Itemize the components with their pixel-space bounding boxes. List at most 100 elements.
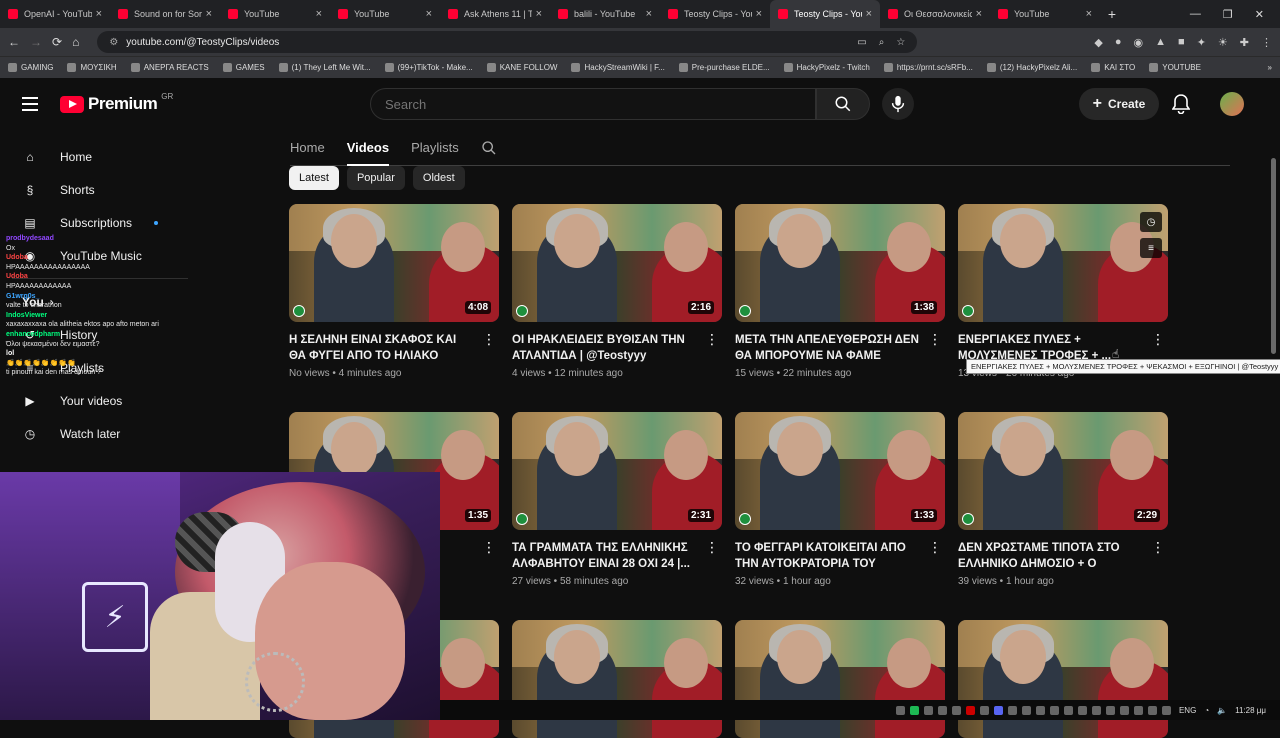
tray-icon[interactable] [1091, 705, 1101, 715]
watch-later-icon[interactable]: ◷ [1140, 212, 1162, 232]
bookmark-item[interactable]: GAMING [8, 63, 53, 72]
sidebar-item-watch-later[interactable]: ◷ Watch later [0, 417, 200, 450]
forward-icon[interactable]: → [30, 35, 42, 49]
extension-icon[interactable]: ● [1115, 36, 1122, 49]
bookmark-item[interactable]: YOUTUBE [1149, 63, 1201, 72]
video-card[interactable]: 4:08 Η ΣΕΛΗΝΗ ΕΙΝΑΙ ΣΚΑΦΟΣ ΚΑΙ ΘΑ ΦΥΓΕΙ Α… [289, 204, 499, 379]
voice-search-button[interactable] [882, 88, 914, 120]
sidebar-item-your-videos[interactable]: ▶ Your videos [0, 384, 200, 417]
video-thumbnail[interactable]: ◷ ≡ [958, 204, 1168, 322]
video-thumbnail[interactable]: 2:16 [512, 204, 722, 322]
video-card[interactable] [958, 620, 1168, 738]
browser-tab[interactable]: Sound on for Sor × [110, 0, 220, 28]
add-to-queue-icon[interactable]: ≡ [1140, 238, 1162, 258]
video-title[interactable]: ΟΙ ΗΡΑΚΛΕΙΔΕΙΣ ΒΥΘΙΣΑΝ ΤΗΝ ΑΤΛΑΝΤΙΔΑ | @… [512, 332, 696, 364]
more-actions-icon[interactable]: ⋮ [704, 332, 720, 346]
more-actions-icon[interactable]: ⋮ [927, 332, 943, 346]
tray-icon[interactable] [895, 705, 905, 715]
bookmark-item[interactable]: (12) HackyPixelz Ali... [986, 63, 1077, 72]
tab-close-icon[interactable]: × [96, 8, 102, 20]
tab-close-icon[interactable]: × [536, 8, 542, 20]
extension-icon[interactable]: ◆ [1094, 36, 1102, 49]
bookmark-item[interactable]: (1) They Left Me Wit... [278, 63, 371, 72]
tray-icon[interactable] [993, 705, 1003, 715]
video-card[interactable]: 2:31 ΤΑ ΓΡΑΜΜΑΤΑ ΤΗΣ ΕΛΛΗΝΙΚΗΣ ΑΛΦΑΒΗΤΟΥ … [512, 412, 722, 587]
bookmark-item[interactable]: ΚΑΙ ΣΤΟ [1091, 63, 1135, 72]
extension-icon[interactable]: ■ [1178, 36, 1185, 49]
tray-icon[interactable] [1119, 705, 1129, 715]
youtube-logo[interactable]: Premium GR [60, 92, 173, 114]
bookmark-item[interactable]: GAMES [222, 63, 265, 72]
video-thumbnail[interactable] [512, 620, 722, 738]
video-card[interactable]: 2:16 ΟΙ ΗΡΑΚΛΕΙΔΕΙΣ ΒΥΘΙΣΑΝ ΤΗΝ ΑΤΛΑΝΤΙΔΑ… [512, 204, 722, 379]
extension-icon[interactable]: ▲ [1155, 36, 1166, 49]
home-browser-icon[interactable]: ⌂ [72, 35, 79, 49]
bookmark-item[interactable]: ΜΟΥΣΙΚΗ [67, 63, 117, 72]
tab-close-icon[interactable]: × [866, 8, 872, 20]
video-thumbnail[interactable]: 1:38 [735, 204, 945, 322]
tray-icon[interactable] [1063, 705, 1073, 715]
bookmark-item[interactable]: ΑΝΕΡΓΑ REACTS [130, 63, 209, 72]
video-thumbnail[interactable] [735, 620, 945, 738]
more-actions-icon[interactable]: ⋮ [481, 540, 497, 554]
video-thumbnail[interactable] [958, 620, 1168, 738]
extension-icon[interactable]: ✦ [1197, 36, 1206, 49]
browser-tab[interactable]: Ask Athens 11 | Te × [440, 0, 550, 28]
tray-icon[interactable] [1105, 705, 1115, 715]
site-info-icon[interactable]: ⚙ [109, 37, 118, 48]
zoom-icon[interactable]: ⌕ [879, 37, 885, 48]
search-button[interactable] [816, 88, 870, 120]
account-avatar[interactable] [1220, 92, 1244, 116]
tab-close-icon[interactable]: × [426, 8, 432, 20]
tab-close-icon[interactable]: × [646, 8, 652, 20]
tab-close-icon[interactable]: × [316, 8, 322, 20]
puzzle-icon[interactable]: ✚ [1240, 36, 1249, 49]
chip-popular[interactable]: Popular [346, 166, 405, 190]
video-thumbnail[interactable]: 2:31 [512, 412, 722, 530]
tray-icon[interactable] [1161, 705, 1171, 715]
more-actions-icon[interactable]: ⋮ [1150, 540, 1166, 554]
install-icon[interactable]: ▭ [857, 37, 866, 48]
extension-icon[interactable]: ◉ [1134, 36, 1144, 49]
video-title[interactable]: Η ΣΕΛΗΝΗ ΕΙΝΑΙ ΣΚΑΦΟΣ ΚΑΙ ΘΑ ΦΥΓΕΙ ΑΠΟ Τ… [289, 332, 473, 364]
tray-icon[interactable] [1077, 705, 1087, 715]
page-scrollbar[interactable] [1271, 158, 1276, 354]
video-title[interactable]: ΤΑ ΓΡΑΜΜΑΤΑ ΤΗΣ ΕΛΛΗΝΙΚΗΣ ΑΛΦΑΒΗΤΟΥ ΕΙΝΑ… [512, 540, 696, 572]
browser-tab[interactable]: YouTube × [220, 0, 330, 28]
bookmark-item[interactable]: HackyPixelz - Twitch [783, 63, 870, 72]
tray-icon[interactable] [1021, 705, 1031, 715]
sidebar-item-home[interactable]: ⌂ Home [0, 140, 200, 173]
video-card[interactable] [512, 620, 722, 738]
tray-icon[interactable] [965, 705, 975, 715]
more-actions-icon[interactable]: ⋮ [481, 332, 497, 346]
search-input[interactable] [370, 88, 816, 120]
more-actions-icon[interactable]: ⋮ [927, 540, 943, 554]
create-button[interactable]: + Create [1079, 88, 1159, 120]
video-title[interactable]: ΤΟ ΦΕΓΓΑΡΙ ΚΑΤΟΙΚΕΙΤΑΙ ΑΠΟ ΤΗΝ ΑΥΤΟΚΡΑΤΟ… [735, 540, 919, 572]
menu-dots-icon[interactable]: ⋮ [1261, 36, 1272, 49]
bookmark-item[interactable]: HackyStreamWiki | F... [571, 63, 665, 72]
browser-tab[interactable]: Teosty Clips - You × [770, 0, 880, 28]
video-card[interactable]: 1:38 ΜΕΤΑ ΤΗΝ ΑΠΕΛΕΥΘΕΡΩΣΗ ΔΕΝ ΘΑ ΜΠΟΡΟΥΜ… [735, 204, 945, 379]
bookmarks-overflow-icon[interactable]: » [1268, 63, 1272, 72]
browser-tab[interactable]: Οι Θεσσαλονικείς × [880, 0, 990, 28]
tray-icon[interactable] [1035, 705, 1045, 715]
tray-icon[interactable] [1049, 705, 1059, 715]
back-icon[interactable]: ← [8, 35, 20, 49]
video-thumbnail[interactable]: 1:33 [735, 412, 945, 530]
bookmark-item[interactable]: KANE FOLLOW [486, 63, 557, 72]
video-card[interactable]: 1:33 ΤΟ ΦΕΓΓΑΡΙ ΚΑΤΟΙΚΕΙΤΑΙ ΑΠΟ ΤΗΝ ΑΥΤΟΚ… [735, 412, 945, 587]
bookmark-item[interactable]: Pre-purchase ELDE... [678, 63, 770, 72]
chip-latest[interactable]: Latest [289, 166, 339, 190]
tray-icon[interactable] [1133, 705, 1143, 715]
channel-search-icon[interactable] [481, 140, 497, 156]
tab-playlists[interactable]: Playlists [411, 140, 459, 155]
notifications-bell-icon[interactable] [1172, 94, 1190, 114]
close-window-icon[interactable]: ✕ [1255, 8, 1264, 21]
browser-tab[interactable]: YouTube × [330, 0, 440, 28]
url-field[interactable]: ⚙ youtube.com/@TeostyClips/videos ▭ ⌕ ☆ [97, 31, 918, 53]
sidebar-item-shorts[interactable]: § Shorts [0, 173, 200, 206]
tray-icon[interactable] [1007, 705, 1017, 715]
browser-tab[interactable]: YouTube × [990, 0, 1100, 28]
tab-home[interactable]: Home [290, 140, 325, 155]
